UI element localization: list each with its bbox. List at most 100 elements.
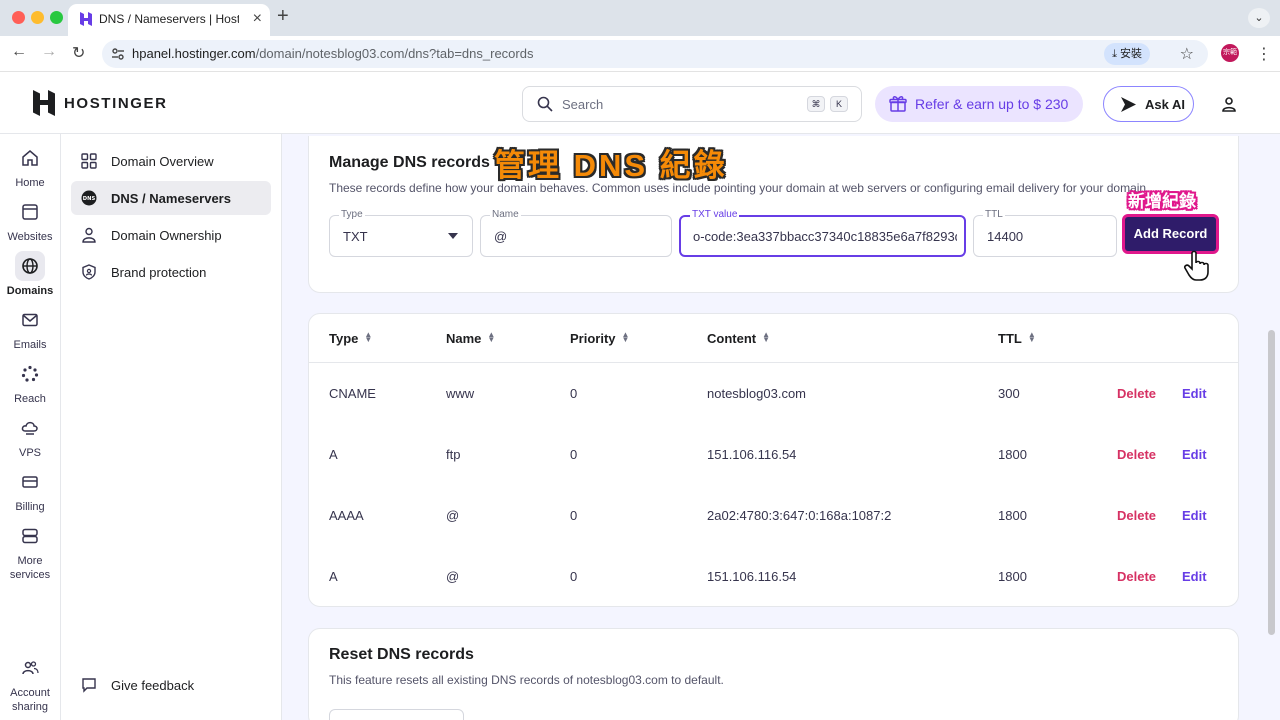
rail-item-reach[interactable]: Reach [0,359,60,406]
delete-record-button[interactable]: Delete [1117,508,1156,523]
hostinger-logo-icon[interactable] [33,90,55,116]
delete-record-button[interactable]: Delete [1117,386,1156,401]
rail-item-websites[interactable]: Websites [0,197,60,244]
rail-item-domains[interactable]: Domains [0,251,60,298]
caret-down-icon [448,233,458,239]
close-window-button[interactable] [12,11,25,24]
reach-icon [21,365,39,382]
manage-dns-description: These records define how your domain beh… [329,181,1149,195]
cell-priority: 0 [570,447,578,462]
profile-avatar[interactable]: 宗範 [1221,44,1239,62]
column-header-ttl-label: TTL [998,331,1022,346]
chevron-down-icon[interactable]: ⌄ [1248,8,1270,28]
rail-label-emails: Emails [13,339,47,351]
back-arrow-icon[interactable]: ← [11,43,27,61]
rail-icon-wrap-websites [15,197,45,227]
column-header-type-label: Type [329,331,359,346]
type-label: Type [339,209,365,220]
subnav-label-domain-overview: Domain Overview [111,154,214,169]
reset-dns-button[interactable] [329,709,464,720]
add-record-button[interactable]: Add Record [1122,214,1219,254]
user-account-icon[interactable] [1221,96,1237,112]
cell-ttl: 1800 [998,569,1027,584]
ttl-label: TTL [983,209,1005,220]
new-tab-icon[interactable]: + [277,5,289,28]
txt-value-input[interactable]: TXT value o-code:3ea337bbacc37340c18835e… [679,209,966,257]
refer-earn-button[interactable]: Refer & earn up to $ 230 [875,86,1083,122]
rail-label-reach: Reach [14,393,46,405]
browser-tab[interactable]: DNS / Nameservers | Hostinger × [68,4,270,36]
subnav-item-dns-nameservers[interactable]: DNS DNS / Nameservers [71,181,271,215]
cell-type: AAAA [329,508,364,523]
cell-name: @ [446,508,460,523]
column-header-name[interactable]: Name ▲ ▼ [446,331,495,347]
svg-text:DNS: DNS [83,196,96,202]
cell-priority: 0 [570,508,578,523]
rail-item-home[interactable]: Home [0,143,60,190]
delete-record-button[interactable]: Delete [1117,447,1156,462]
close-tab-icon[interactable]: × [253,10,262,28]
rail-item-more-services[interactable]: More services [0,521,60,582]
logo-wordmark: HOSTINGER [64,95,168,112]
cell-name: ftp [446,447,461,462]
minimize-window-button[interactable] [31,11,44,24]
rail-item-billing[interactable]: Billing [0,467,60,514]
give-feedback-link[interactable]: Give feedback [71,668,271,702]
column-header-priority[interactable]: Priority ▲ ▼ [570,331,629,347]
rail-item-account-sharing[interactable]: Account sharing [0,653,60,714]
forward-arrow-icon[interactable]: → [41,43,57,61]
rail-label-account-sharing: Account sharing [10,687,50,713]
edit-record-button[interactable]: Edit [1182,447,1207,462]
site-settings-icon[interactable] [111,47,125,61]
reset-dns-title: Reset DNS records [329,646,474,663]
type-select[interactable]: Type TXT [329,209,473,257]
reset-dns-description: This feature resets all existing DNS rec… [329,673,724,687]
rail-label-home: Home [15,177,45,189]
search-icon [537,96,553,112]
dns-records-table: Type ▲ ▼ Name ▲ ▼ Priority ▲ ▼ Content ▲ ▼ TTL ▲ ▼… [308,313,1239,607]
browser-menu-icon[interactable]: ⋮ [1256,44,1272,64]
cloud-server-icon [21,421,38,435]
subnav-item-brand-protection[interactable]: Brand protection [71,255,271,289]
page-scrollbar[interactable] [1268,330,1275,635]
domain-subnav: Domain Overview DNS DNS / Nameservers Do… [61,134,282,720]
column-header-type[interactable]: Type ▲ ▼ [329,331,372,347]
delete-record-button[interactable]: Delete [1117,569,1156,584]
address-bar[interactable]: hpanel.hostinger.com/domain/notesblog03.… [102,40,1208,68]
search-placeholder: Search [562,97,604,112]
rail-item-vps[interactable]: VPS [0,413,60,460]
rail-icon-wrap-reach [15,359,45,389]
shortcut-key-cmd: ⌘ [807,96,825,112]
subnav-item-domain-overview[interactable]: Domain Overview [71,144,271,178]
edit-record-button[interactable]: Edit [1182,569,1207,584]
install-label: 安裝 [1120,48,1142,60]
column-header-ttl[interactable]: TTL ▲ ▼ [998,331,1036,347]
reload-icon[interactable]: ↻ [72,43,85,63]
cell-content: 151.106.116.54 [707,569,797,584]
subnav-item-domain-ownership[interactable]: Domain Ownership [71,218,271,252]
name-input[interactable]: Name @ [480,209,672,257]
cell-content: notesblog03.com [707,386,807,401]
browser-tab-bar: DNS / Nameservers | Hostinger × + ⌄ [0,0,1280,36]
ai-sparkle-icon [1121,97,1136,112]
ttl-value: 14400 [987,229,1024,244]
ttl-input[interactable]: TTL 14400 [973,209,1117,257]
subnav-label-dns-nameservers: DNS / Nameservers [111,191,231,206]
name-value: @ [494,229,508,244]
bookmark-star-icon[interactable]: ☆ [1180,44,1194,64]
chat-bubble-icon [82,678,96,693]
rail-item-emails[interactable]: Emails [0,305,60,352]
url-text: hpanel.hostinger.com/domain/notesblog03.… [132,46,533,61]
maximize-window-button[interactable] [50,11,63,24]
install-app-button[interactable]: ⤓ 安裝 [1104,43,1150,65]
edit-record-button[interactable]: Edit [1182,508,1207,523]
cell-name: @ [446,569,460,584]
column-header-content[interactable]: Content ▲ ▼ [707,331,770,347]
subnav-label-brand-protection: Brand protection [111,265,207,280]
search-box[interactable]: Search ⌘ K [522,86,862,122]
ask-ai-button[interactable]: Ask AI [1103,86,1194,122]
cell-name: www [446,386,475,401]
url-host: hpanel.hostinger.com [132,46,256,61]
rail-icon-wrap-account-sharing [15,653,45,683]
edit-record-button[interactable]: Edit [1182,386,1207,401]
